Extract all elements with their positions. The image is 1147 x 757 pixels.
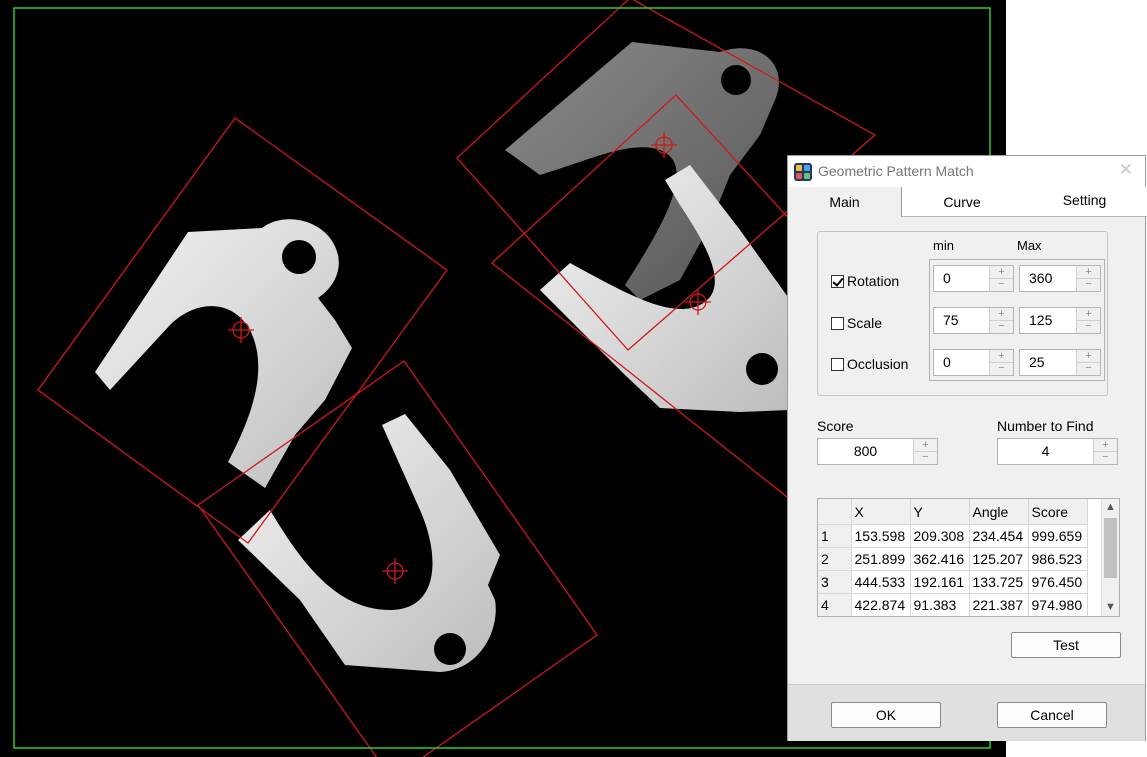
score-label: Score [817,418,854,434]
results-grid[interactable]: X Y Angle Score 1 153.598 209.308 234.45… [817,498,1120,617]
column-header-angle[interactable]: Angle [969,499,1029,525]
column-header-index [818,499,852,525]
occlusion-min-stepper[interactable]: 0 + − [933,349,1014,376]
occlusion-label: Occlusion [847,356,909,372]
table-row[interactable]: 4 422.874 91.383 221.387 974.980 [818,593,1088,616]
cell-score: 999.659 [1028,524,1088,548]
cell-score: 974.980 [1028,593,1088,616]
spin-down-icon[interactable]: − [990,278,1013,290]
test-button[interactable]: Test [1011,632,1121,658]
title-bar[interactable]: Geometric Pattern Match ✕ [788,156,1145,187]
occlusion-max-value[interactable]: 25 [1029,354,1045,370]
spin-down-icon[interactable]: − [1094,451,1117,463]
score-stepper[interactable]: 800 + − [817,438,938,465]
cell-x: 251.899 [851,547,911,571]
close-icon[interactable]: ✕ [1119,160,1133,180]
spin-down-icon[interactable]: − [1077,362,1100,374]
cell-angle: 234.454 [969,524,1029,548]
cell-y: 209.308 [910,524,970,548]
tab-bar: Main Curve Setting [788,187,1147,217]
rotation-max-stepper[interactable]: 360 + − [1019,265,1101,292]
cell-angle: 221.387 [969,593,1029,616]
cell-y: 91.383 [910,593,970,616]
rotation-min-stepper[interactable]: 0 + − [933,265,1014,292]
column-header-y[interactable]: Y [910,499,970,525]
table-row[interactable]: 2 251.899 362.416 125.207 986.523 [818,547,1088,571]
occlusion-option[interactable]: Occlusion [831,355,908,373]
rotation-option[interactable]: Rotation [831,272,899,290]
tab-main[interactable]: Main [788,187,902,217]
spin-down-icon[interactable]: − [914,451,937,463]
cell-x: 444.533 [851,570,911,594]
spin-down-icon[interactable]: − [990,320,1013,332]
scale-max-value[interactable]: 125 [1029,312,1052,328]
row-header: 1 [818,524,852,548]
rotation-checkbox[interactable] [831,274,844,288]
number-to-find-label: Number to Find [997,418,1094,434]
score-value[interactable]: 800 [818,443,913,459]
rotation-label: Rotation [847,273,900,289]
chevron-up-icon[interactable]: ▲ [1102,499,1119,516]
cell-y: 362.416 [910,547,970,571]
table-row[interactable]: 1 153.598 209.308 234.454 999.659 [818,524,1088,548]
occlusion-min-value[interactable]: 0 [943,354,951,370]
rotation-max-value[interactable]: 360 [1029,270,1052,286]
geometric-pattern-match-dialog: Geometric Pattern Match ✕ Main Curve Set… [787,155,1147,741]
scale-option[interactable]: Scale [831,314,882,332]
app-icon [794,163,812,181]
occlusion-max-stepper[interactable]: 25 + − [1019,349,1101,376]
rotation-min-value[interactable]: 0 [943,270,951,286]
scale-label: Scale [847,315,883,331]
range-parameters-group: min Max Rotation Scale Occlusion 0 + − 36… [817,231,1108,396]
ok-button[interactable]: OK [831,702,941,728]
number-to-find-value[interactable]: 4 [998,443,1093,459]
occlusion-checkbox[interactable] [831,357,844,371]
cell-y: 192.161 [910,570,970,594]
scrollbar-thumb[interactable] [1104,518,1117,578]
scale-min-stepper[interactable]: 75 + − [933,307,1014,334]
tab-curve[interactable]: Curve [902,187,1022,217]
spin-down-icon[interactable]: − [1077,278,1100,290]
min-header: min [933,238,954,253]
chevron-down-icon[interactable]: ▼ [1102,599,1119,616]
tab-setting[interactable]: Setting [1022,187,1147,217]
row-header: 3 [818,570,852,594]
table-row[interactable]: 3 444.533 192.161 133.725 976.450 [818,570,1088,594]
number-to-find-stepper[interactable]: 4 + − [997,438,1118,465]
range-fields: 0 + − 360 + − 75 + − 125 + − 0 + − 25 + … [929,259,1105,381]
dialog-footer: OK Cancel [788,684,1145,741]
spin-down-icon[interactable]: − [1077,320,1100,332]
cell-angle: 133.725 [969,570,1029,594]
cell-x: 422.874 [851,593,911,616]
results-scrollbar[interactable]: ▲ ▼ [1101,499,1119,616]
scale-checkbox[interactable] [831,316,844,330]
spin-down-icon[interactable]: − [990,362,1013,374]
dialog-title: Geometric Pattern Match [818,163,974,179]
results-header-row: X Y Angle Score [818,499,1088,525]
cancel-button[interactable]: Cancel [997,702,1107,728]
scale-min-value[interactable]: 75 [943,312,959,328]
cell-x: 153.598 [851,524,911,548]
row-header: 4 [818,593,852,616]
column-header-x[interactable]: X [851,499,911,525]
max-header: Max [1017,238,1042,253]
column-header-score[interactable]: Score [1028,499,1088,525]
cell-score: 976.450 [1028,570,1088,594]
row-header: 2 [818,547,852,571]
cell-angle: 125.207 [969,547,1029,571]
scale-max-stepper[interactable]: 125 + − [1019,307,1101,334]
cell-score: 986.523 [1028,547,1088,571]
